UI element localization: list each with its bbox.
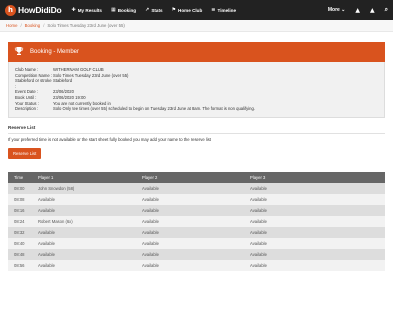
nav-label: Booking xyxy=(117,7,137,13)
reserve-list-button[interactable]: Reserve List xyxy=(8,147,42,159)
player-slot[interactable]: Available xyxy=(244,263,385,268)
calendar-icon: ▦ xyxy=(111,7,116,13)
player-slot[interactable]: Available xyxy=(244,186,385,191)
table-row[interactable]: 08:24 Robert Mason (6x) Available Availa… xyxy=(8,215,385,227)
nav-label: Stats xyxy=(151,7,163,13)
flag-icon: ⚑ xyxy=(171,7,177,13)
player-slot[interactable]: Available xyxy=(32,252,136,257)
player-slot[interactable]: Robert Mason (6x) xyxy=(32,219,136,224)
player-slot[interactable]: Available xyxy=(244,241,385,246)
tee-time: 08:56 xyxy=(14,262,25,268)
player-slot[interactable]: Available xyxy=(32,208,136,213)
tee-times-table: Time Player 1 Player 2 Player 3 08:00 Jo… xyxy=(8,171,385,271)
chart-icon: ↗ xyxy=(145,7,150,13)
player-slot[interactable]: Available xyxy=(136,230,244,235)
table-row[interactable]: 08:48 Available Available Available xyxy=(8,248,385,260)
player-slot[interactable]: Available xyxy=(32,230,136,235)
tee-time: 08:00 xyxy=(14,185,25,191)
user-icon[interactable]: ▲ xyxy=(370,7,375,14)
player-slot[interactable]: Available xyxy=(136,208,244,213)
player-slot[interactable]: Available xyxy=(32,197,136,202)
detail-value: Stableford xyxy=(53,78,73,84)
trophy-icon-svg xyxy=(14,46,24,55)
nav-label: My Results xyxy=(77,7,102,13)
breadcrumb-home[interactable]: Home xyxy=(6,23,17,28)
table-row[interactable]: 08:40 Available Available Available xyxy=(8,237,385,249)
tee-time: 08:32 xyxy=(14,229,25,235)
breadcrumb-current: Solo Times Tuesday 23rd June (over 55) xyxy=(47,23,125,28)
panel-title: Booking - Member xyxy=(30,49,80,55)
more-menu[interactable]: More ⌄ xyxy=(328,7,346,13)
nav-right: More ⌄ ▲ ▲ ⌕ xyxy=(328,6,388,14)
nav-home-club[interactable]: ⚑ Home Club xyxy=(172,7,203,13)
breadcrumb-separator: / xyxy=(43,23,45,28)
detail-label: Stableford or stroke : xyxy=(15,78,52,89)
player-slot[interactable]: Available xyxy=(32,241,136,246)
player-slot[interactable]: Available xyxy=(244,219,385,224)
tee-time: 08:40 xyxy=(14,240,25,246)
top-navbar: h HowDidiDo ✚ My Results ▦ Booking ↗ Sta… xyxy=(0,0,393,20)
table-row[interactable]: 08:08 Available Available Available xyxy=(8,193,385,205)
player-slot[interactable]: Available xyxy=(244,230,385,235)
player-slot[interactable]: Available xyxy=(136,197,244,202)
player-slot[interactable]: Available xyxy=(136,252,244,257)
tee-time: 08:48 xyxy=(14,251,25,257)
player-slot[interactable]: Available xyxy=(136,186,244,191)
header-player-1: Player 1 xyxy=(38,174,54,180)
table-row[interactable]: 08:32 Available Available Available xyxy=(8,226,385,238)
logo-icon: h xyxy=(5,4,16,16)
table-row[interactable]: 08:00 John Snowdon (58) Available Availa… xyxy=(8,182,385,194)
player-slot[interactable]: Available xyxy=(136,263,244,268)
nav-timeline[interactable]: ≡ Timeline xyxy=(211,7,236,13)
player-slot[interactable]: Available xyxy=(136,241,244,246)
tee-time: 08:08 xyxy=(14,196,25,202)
competition-details: Club Name : WITHERNAM GOLF CLUB Competiti… xyxy=(8,62,385,118)
reserve-list-section: Reserve List If your preferred time is n… xyxy=(8,125,385,160)
breadcrumb-booking[interactable]: Booking xyxy=(25,23,41,28)
booking-panel-header: Booking - Member xyxy=(8,42,385,62)
detail-label: Description : xyxy=(15,106,39,112)
header-time: Time xyxy=(14,174,24,180)
header-player-3: Player 3 xyxy=(250,174,266,180)
player-slot[interactable]: Available xyxy=(32,263,136,268)
reserve-list-text: If your preferred time is not available … xyxy=(8,132,385,142)
table-row[interactable]: 08:16 Available Available Available xyxy=(8,204,385,216)
list-icon: ≡ xyxy=(211,7,216,13)
detail-value: Solo Only tee times (over 55) scheduled … xyxy=(53,106,255,112)
table-row[interactable]: 08:56 Available Available Available xyxy=(8,259,385,271)
breadcrumb: Home / Booking / Solo Times Tuesday 23rd… xyxy=(0,20,393,32)
brand-logo[interactable]: h HowDidiDo xyxy=(5,4,62,16)
main-nav: ✚ My Results ▦ Booking ↗ Stats ⚑ Home Cl… xyxy=(72,7,328,13)
nav-my-results[interactable]: ✚ My Results xyxy=(72,7,102,13)
nav-label: Timeline xyxy=(217,7,237,13)
breadcrumb-separator: / xyxy=(20,23,22,28)
table-header: Time Player 1 Player 2 Player 3 xyxy=(8,171,385,183)
player-slot[interactable]: Available xyxy=(244,197,385,202)
reserve-list-title: Reserve List xyxy=(8,124,36,130)
nav-booking[interactable]: ▦ Booking xyxy=(111,7,136,13)
results-icon: ✚ xyxy=(71,7,76,13)
bell-icon[interactable]: ▲ xyxy=(355,7,360,14)
nav-stats[interactable]: ↗ Stats xyxy=(145,7,162,13)
tee-time: 08:24 xyxy=(14,218,25,224)
player-slot[interactable]: Available xyxy=(244,252,385,257)
player-slot[interactable]: John Snowdon (58) xyxy=(32,186,136,191)
detail-row: Description : Solo Only tee times (over 5… xyxy=(15,106,378,112)
player-slot[interactable]: Available xyxy=(244,208,385,213)
nav-label: Home Club xyxy=(178,7,203,13)
tee-time: 08:16 xyxy=(14,207,25,213)
detail-row: Stableford or stroke : Stableford xyxy=(15,78,378,89)
trophy-icon xyxy=(14,46,24,59)
header-player-2: Player 2 xyxy=(142,174,158,180)
search-icon[interactable]: ⌕ xyxy=(385,6,388,14)
player-slot[interactable]: Available xyxy=(136,219,244,224)
brand-name: HowDidiDo xyxy=(18,5,62,15)
